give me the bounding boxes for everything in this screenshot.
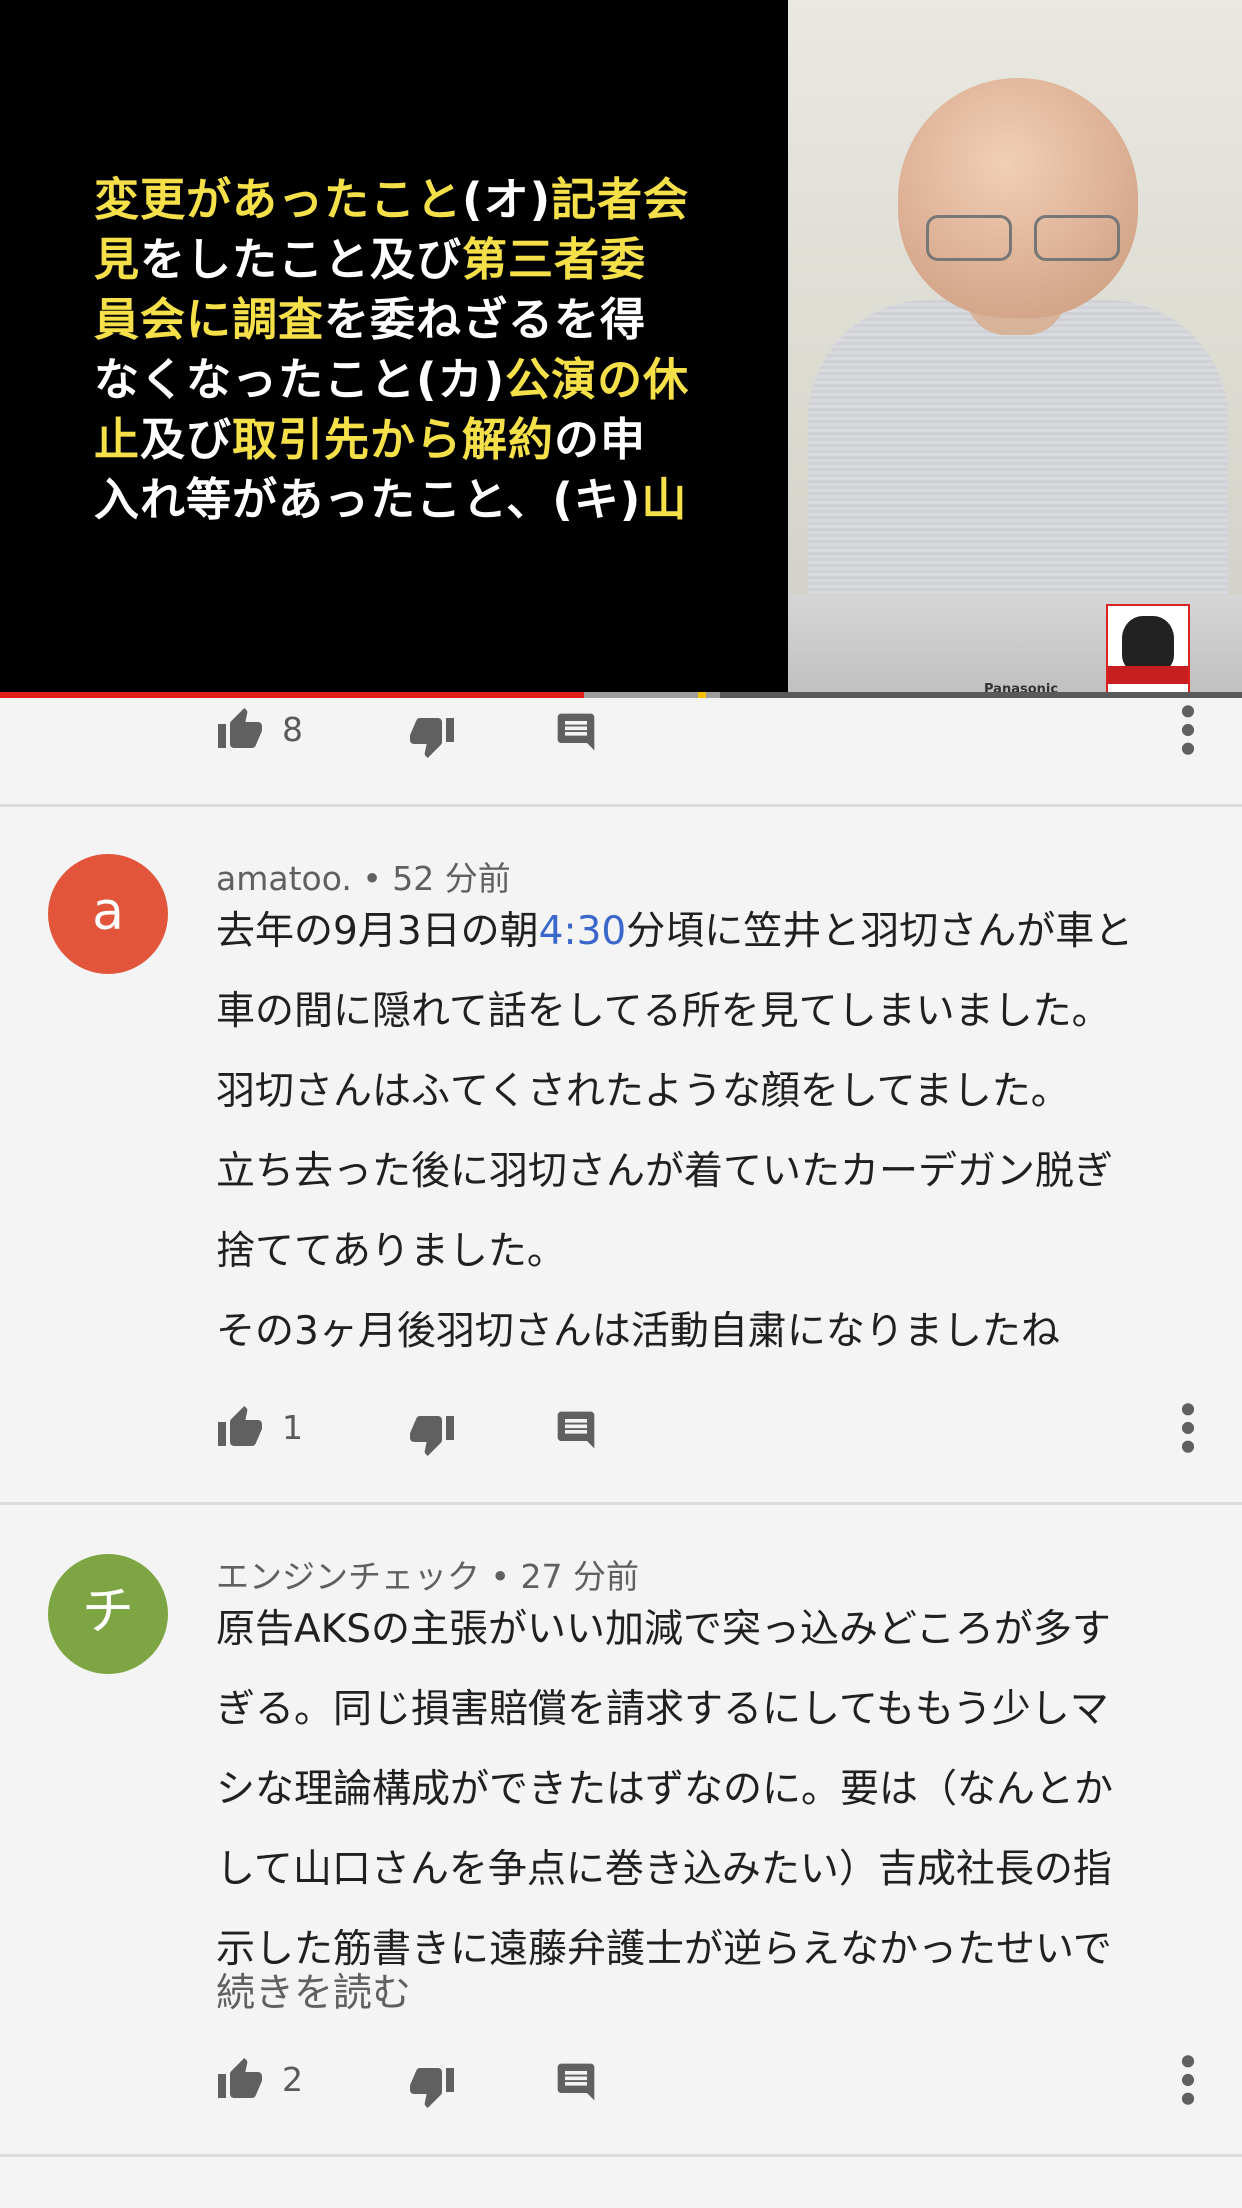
chapter-marker bbox=[698, 692, 706, 698]
progress-played bbox=[0, 692, 584, 698]
comment-actions: 2 bbox=[0, 2052, 1242, 2112]
slide-text-segment: なくなったこと(カ) bbox=[94, 353, 506, 406]
more-vert-icon[interactable] bbox=[1176, 1400, 1200, 1456]
presenter-video: Panasonic bbox=[788, 0, 1242, 698]
video-slide: 変更があったこと(オ)記者会 見をしたこと及び第三者委 員会に調査を委ねざるを得 なく… bbox=[0, 0, 788, 698]
comment-line: 捨ててありました。 bbox=[216, 1229, 566, 1274]
slide-highlight-text: 変更があったこと bbox=[94, 173, 463, 226]
comment-actions: 1 bbox=[0, 1400, 1242, 1460]
slide-text-segment: の申 bbox=[554, 413, 647, 466]
comment-text: 原告AKSの主張がいい加減で突っ込みどころが多す ぎる。同じ損害賠償を請求するに… bbox=[216, 1590, 1216, 1990]
comment-icon[interactable] bbox=[554, 710, 598, 754]
slide-text-segment: (オ) bbox=[462, 173, 552, 226]
read-more-link[interactable]: 続きを読む bbox=[216, 1962, 411, 2018]
thumbs-down-icon[interactable] bbox=[408, 2062, 456, 2110]
thumbs-up-icon[interactable] bbox=[216, 1404, 264, 1452]
avatar[interactable]: a bbox=[48, 854, 168, 974]
comment-line: 立ち去った後に羽切さんが着ていたカーデガン脱ぎ bbox=[216, 1149, 1114, 1194]
comment-line: ぎる。同じ損害賠償を請求するにしてももう少しマ bbox=[216, 1687, 1109, 1732]
slide-text-segment: 及び bbox=[140, 413, 233, 466]
slide-highlight-text: 取引先から解約 bbox=[232, 413, 555, 466]
comment-divider bbox=[0, 2154, 1242, 2157]
comment-line: その3ヶ月後羽切さんは活動自粛になりましたね bbox=[216, 1309, 1060, 1354]
comment-icon[interactable] bbox=[554, 1408, 598, 1452]
slide-highlight-text: 見 bbox=[94, 233, 141, 286]
thumbs-up-icon[interactable] bbox=[216, 706, 264, 754]
avatar[interactable]: チ bbox=[48, 1554, 168, 1674]
slide-line: 入れ等があったこと、(キ)山 bbox=[94, 470, 744, 530]
laptop-sticker bbox=[1106, 604, 1190, 694]
slide-text-segment: を委ねざるを得 bbox=[324, 293, 647, 346]
slide-highlight-text: 記者会 bbox=[551, 173, 690, 226]
comment-icon[interactable] bbox=[554, 2060, 598, 2104]
comment-line: 羽切さんはふてくされたような顔をしてました。 bbox=[216, 1069, 1070, 1114]
slide-line: なくなったこと(カ)公演の休 bbox=[94, 350, 744, 410]
slide-highlight-text: 山 bbox=[641, 473, 688, 526]
slide-text-segment: 入れ等があったこと、(キ) bbox=[94, 473, 642, 526]
like-count: 1 bbox=[282, 1408, 303, 1447]
slide-line: 見をしたこと及び第三者委 bbox=[94, 230, 744, 290]
video-player[interactable]: 変更があったこと(オ)記者会 見をしたこと及び第三者委 員会に調査を委ねざるを得 なく… bbox=[0, 0, 1242, 698]
comment-divider bbox=[0, 1502, 1242, 1505]
comment-line: シな理論構成ができたはずなのに。要は（なんとか bbox=[216, 1767, 1114, 1812]
comment-line: して山口さんを争点に巻き込みたい）吉成社長の指 bbox=[216, 1847, 1112, 1892]
comment-divider bbox=[0, 804, 1242, 807]
slide-text-segment: をしたこと及び bbox=[140, 233, 463, 286]
slide-line: 員会に調査を委ねざるを得 bbox=[94, 290, 744, 350]
comment-line: 去年の9月3日の朝4:30分頃に笠井と羽切さんが車と bbox=[216, 909, 1134, 954]
like-count: 8 bbox=[282, 710, 303, 749]
slide-text: 変更があったこと(オ)記者会 見をしたこと及び第三者委 員会に調査を委ねざるを得 なく… bbox=[94, 170, 744, 530]
comment-line: 車の間に隠れて話をしてる所を見てしまいました。 bbox=[216, 989, 1111, 1034]
slide-highlight-text: 止 bbox=[94, 413, 141, 466]
more-vert-icon[interactable] bbox=[1176, 702, 1200, 758]
slide-highlight-text: 員会に調査 bbox=[94, 293, 325, 346]
slide-highlight-text: 公演の休 bbox=[505, 353, 690, 406]
comment-actions: 8 bbox=[0, 702, 1242, 762]
comment-text: 去年の9月3日の朝4:30分頃に笠井と羽切さんが車と 車の間に隠れて話をしてる所… bbox=[216, 892, 1216, 1372]
video-progress-bar[interactable] bbox=[0, 692, 1242, 698]
like-count: 2 bbox=[282, 2060, 303, 2099]
thumbs-down-icon[interactable] bbox=[408, 712, 456, 760]
thumbs-up-icon[interactable] bbox=[216, 2056, 264, 2104]
slide-line: 止及び取引先から解約の申 bbox=[94, 410, 744, 470]
comment-line: 原告AKSの主張がいい加減で突っ込みどころが多す bbox=[216, 1607, 1111, 1652]
timestamp-link[interactable]: 4:30 bbox=[539, 909, 627, 954]
thumbs-down-icon[interactable] bbox=[408, 1410, 456, 1458]
slide-highlight-text: 第三者委 bbox=[462, 233, 647, 286]
more-vert-icon[interactable] bbox=[1176, 2052, 1200, 2108]
slide-line: 変更があったこと(オ)記者会 bbox=[94, 170, 744, 230]
